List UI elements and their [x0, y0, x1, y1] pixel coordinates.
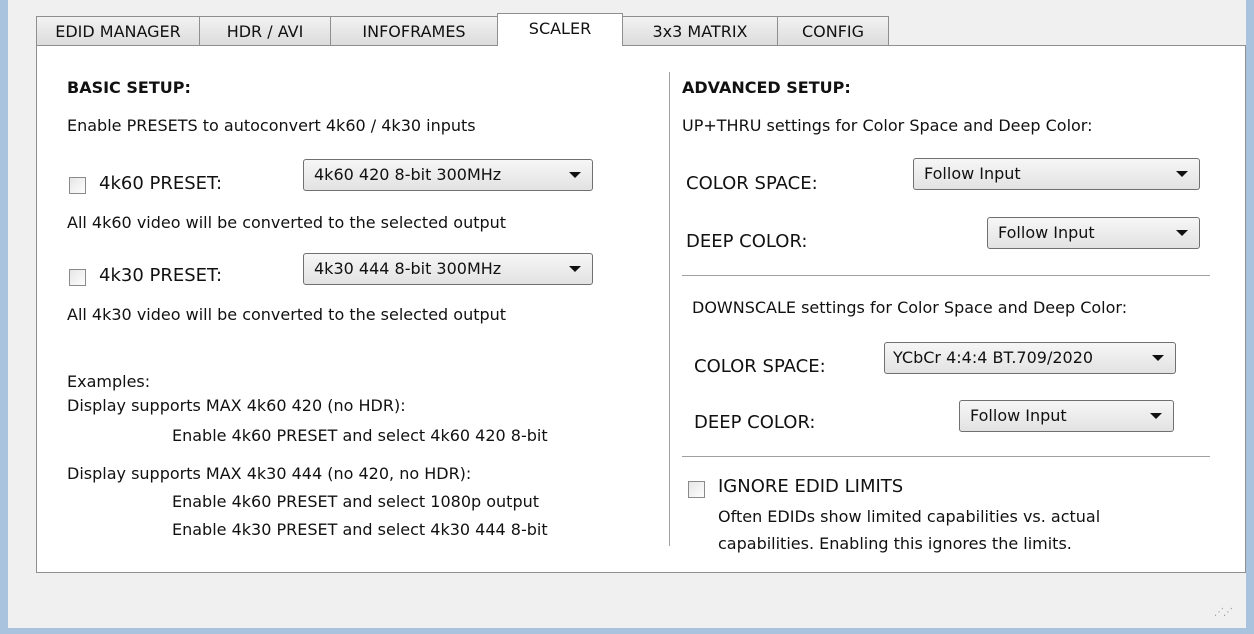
advanced-setup-heading: ADVANCED SETUP: [682, 78, 851, 97]
preset-4k30-checkbox[interactable] [69, 269, 86, 286]
downscale-caption: DOWNSCALE settings for Color Space and D… [692, 298, 1128, 317]
downscale-deep-color-value: Follow Input [970, 406, 1067, 425]
window-frame-left [0, 0, 8, 634]
column-divider [669, 72, 670, 546]
advanced-divider-1 [682, 275, 1210, 276]
preset-4k60-select-value: 4k60 420 8-bit 300MHz [314, 165, 502, 184]
preset-4k60-note: All 4k60 video will be converted to the … [67, 213, 507, 232]
tab-hdr-avi[interactable]: HDR / AVI [199, 16, 331, 45]
basic-intro-text: Enable PRESETS to autoconvert 4k60 / 4k3… [67, 116, 476, 135]
example-1-heading: Display supports MAX 4k60 420 (no HDR): [67, 396, 406, 415]
preset-4k60-select[interactable]: 4k60 420 8-bit 300MHz [303, 159, 593, 191]
chevron-down-icon [1150, 413, 1162, 419]
advanced-divider-2 [682, 456, 1210, 457]
downscale-color-space-value: YCbCr 4:4:4 BT.709/2020 [893, 348, 1094, 367]
example-1-step: Enable 4k60 PRESET and select 4k60 420 8… [172, 426, 548, 445]
scaler-window: EDID MANAGER HDR / AVI INFOFRAMES SCALER… [8, 0, 1246, 628]
preset-4k30-note: All 4k30 video will be converted to the … [67, 305, 507, 324]
tab-config[interactable]: CONFIG [777, 16, 889, 45]
tab-edid-manager[interactable]: EDID MANAGER [36, 16, 200, 45]
window-frame-bottom [0, 628, 1254, 634]
upthru-deep-color-label: DEEP COLOR: [686, 231, 808, 252]
ignore-edid-desc-line-1: Often EDIDs show limited capabilities vs… [718, 507, 1101, 526]
window-frame-right [1246, 0, 1254, 634]
example-2-step-1: Enable 4k60 PRESET and select 1080p outp… [172, 492, 540, 511]
upthru-color-space-label: COLOR SPACE: [686, 173, 818, 194]
ignore-edid-desc-line-2: capabilities. Enabling this ignores the … [718, 534, 1072, 553]
upthru-deep-color-value: Follow Input [998, 223, 1095, 242]
ignore-edid-limits-checkbox[interactable] [688, 481, 705, 498]
scaler-panel: BASIC SETUP: Enable PRESETS to autoconve… [36, 45, 1246, 573]
preset-4k60-checkbox[interactable] [69, 177, 86, 194]
upthru-deep-color-select[interactable]: Follow Input [987, 217, 1200, 249]
downscale-color-space-select[interactable]: YCbCr 4:4:4 BT.709/2020 [884, 342, 1176, 374]
downscale-deep-color-select[interactable]: Follow Input [959, 400, 1174, 432]
example-2-step-2: Enable 4k30 PRESET and select 4k30 444 8… [172, 520, 548, 539]
chevron-down-icon [569, 172, 581, 178]
tab-infoframes[interactable]: INFOFRAMES [330, 16, 498, 45]
downscale-deep-color-label: DEEP COLOR: [694, 412, 816, 433]
preset-4k30-select-value: 4k30 444 8-bit 300MHz [314, 259, 502, 278]
preset-4k30-select[interactable]: 4k30 444 8-bit 300MHz [303, 253, 593, 285]
preset-4k60-label: 4k60 PRESET: [99, 173, 223, 194]
preset-4k30-label: 4k30 PRESET: [99, 265, 223, 286]
example-2-heading: Display supports MAX 4k30 444 (no 420, n… [67, 464, 472, 483]
chevron-down-icon [569, 266, 581, 272]
basic-setup-heading: BASIC SETUP: [67, 78, 191, 97]
downscale-color-space-label: COLOR SPACE: [694, 356, 826, 377]
tab-3x3-matrix[interactable]: 3x3 MATRIX [622, 16, 778, 45]
upthru-color-space-select[interactable]: Follow Input [913, 158, 1200, 190]
examples-title: Examples: [67, 372, 151, 391]
resize-grip-icon[interactable]: ⋰⋰ [1214, 607, 1233, 618]
tab-scaler[interactable]: SCALER [497, 13, 623, 46]
chevron-down-icon [1176, 230, 1188, 236]
upthru-caption: UP+THRU settings for Color Space and Dee… [682, 116, 1093, 135]
chevron-down-icon [1176, 171, 1188, 177]
upthru-color-space-value: Follow Input [924, 164, 1021, 183]
chevron-down-icon [1152, 355, 1164, 361]
ignore-edid-limits-label: IGNORE EDID LIMITS [718, 476, 904, 497]
